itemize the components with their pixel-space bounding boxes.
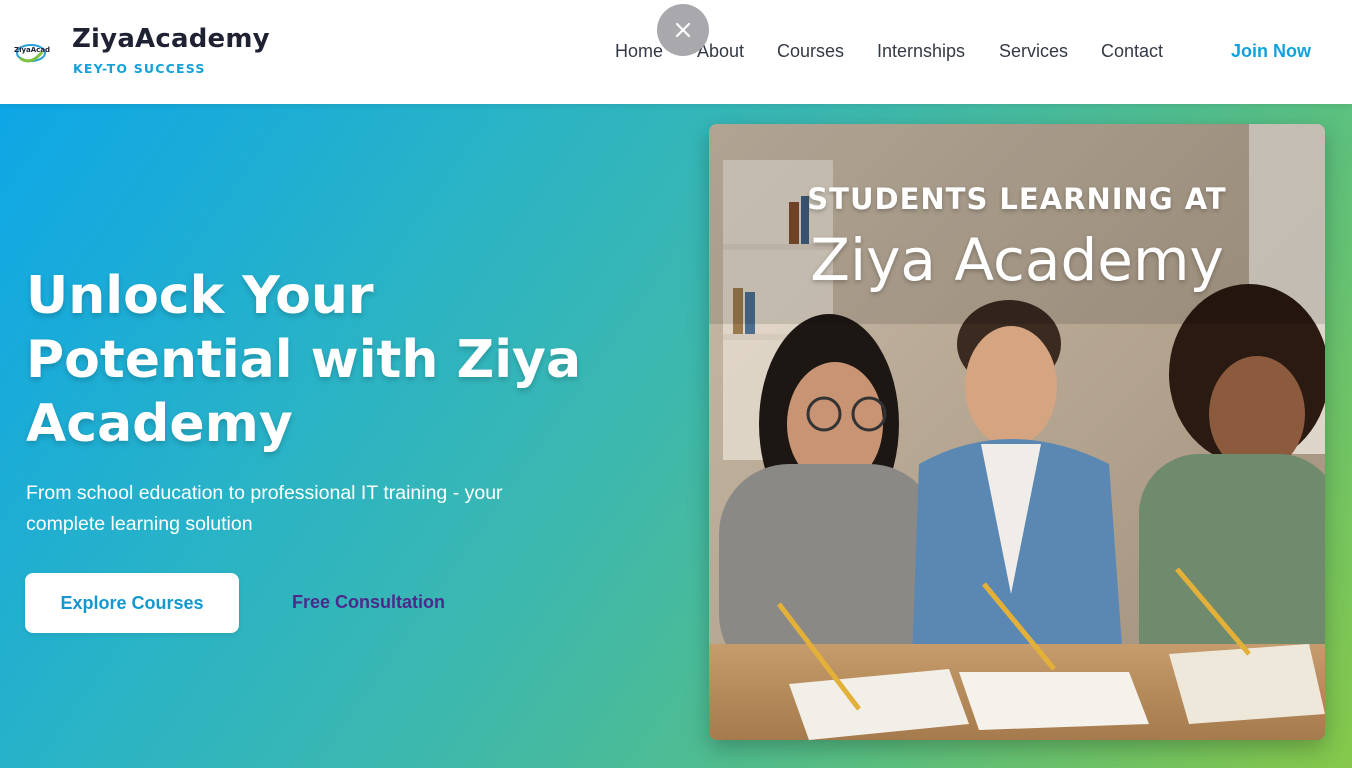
photo-caption-kicker: STUDENTS LEARNING AT (807, 182, 1227, 216)
free-consultation-link[interactable]: Free Consultation (292, 592, 445, 613)
brand-tagline: KEY-TO SUCCESS (73, 61, 206, 76)
nav-services[interactable]: Services (999, 41, 1068, 62)
join-now-button[interactable]: Join Now (1231, 41, 1311, 62)
close-button[interactable] (657, 4, 709, 56)
photo-caption-title: Ziya Academy (810, 226, 1224, 294)
hero-section: Unlock Your Potential with Ziya Academy … (0, 104, 1352, 768)
logo-icon[interactable]: ZiyaAcademy (12, 38, 67, 66)
svg-text:ZiyaAcademy: ZiyaAcademy (14, 46, 50, 54)
nav-internships[interactable]: Internships (877, 41, 965, 62)
hero-title: Unlock Your Potential with Ziya Academy (26, 266, 582, 454)
nav-home[interactable]: Home (615, 41, 663, 62)
hero-subtitle: From school education to professional IT… (26, 482, 503, 535)
students-photo: STUDENTS LEARNING AT Ziya Academy (709, 124, 1325, 740)
nav-courses[interactable]: Courses (777, 41, 844, 62)
close-icon (675, 22, 691, 38)
explore-courses-button[interactable]: Explore Courses (25, 573, 239, 633)
nav-contact[interactable]: Contact (1101, 41, 1163, 62)
brand-name[interactable]: ZiyaAcademy (72, 24, 270, 54)
students-illustration (709, 124, 1325, 740)
